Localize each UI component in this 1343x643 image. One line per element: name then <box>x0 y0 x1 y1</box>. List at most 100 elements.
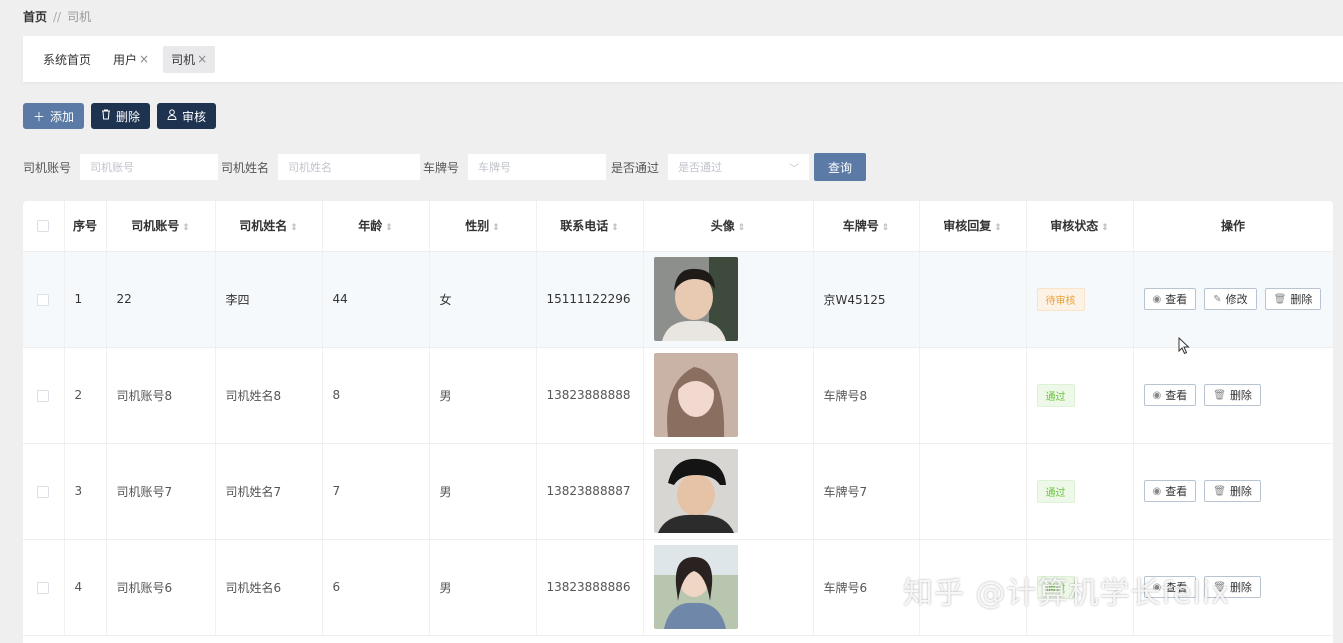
column-header[interactable]: 审核回复 ⇕ <box>919 201 1027 252</box>
column-header-label: 头像 <box>710 219 735 234</box>
avatar[interactable] <box>653 449 738 533</box>
status-badge: 通过 <box>1036 383 1075 407</box>
sort-icon[interactable]: ⇕ <box>290 223 298 233</box>
passed-filter-select[interactable]: 是否通过 ﹀ <box>667 153 811 181</box>
passed-filter-label: 是否通过 <box>611 160 660 175</box>
tab-label: 系统首页 <box>43 52 92 67</box>
tab-users[interactable]: 用户 × <box>105 46 157 73</box>
account-cell: 司机账号6 <box>106 539 216 636</box>
eye-icon: ◉ <box>1152 293 1162 305</box>
column-header[interactable]: 司机账号 ⇕ <box>106 201 216 252</box>
status-cell: 通过 <box>1026 347 1134 444</box>
delete-row-button[interactable]: 🗑 删除 <box>1204 480 1261 502</box>
sort-icon[interactable]: ⇕ <box>1101 223 1109 233</box>
trash-icon <box>101 109 111 123</box>
select-all-cell <box>23 201 65 252</box>
column-header-label: 审核回复 <box>943 219 992 234</box>
view-button[interactable]: ◉ 查看 <box>1143 480 1197 502</box>
avatar-cell <box>643 539 814 636</box>
sort-icon[interactable]: ⇕ <box>882 223 890 233</box>
row-select-cell <box>23 251 65 348</box>
account-filter-input[interactable]: 司机账号 <box>79 153 220 181</box>
sort-icon[interactable]: ⇕ <box>492 223 500 233</box>
account-cell: 司机账号8 <box>106 347 216 444</box>
query-button[interactable]: 查询 <box>814 153 867 181</box>
actions-cell: ◉ 查看 🗑 删除 <box>1133 347 1333 444</box>
reply-cell <box>919 347 1027 444</box>
age-cell: 7 <box>322 443 430 540</box>
column-header[interactable]: 司机姓名 ⇕ <box>215 201 323 252</box>
gender-cell: 女 <box>429 251 537 348</box>
age-cell: 8 <box>322 347 430 444</box>
sort-icon[interactable]: ⇕ <box>385 223 393 233</box>
tab-home[interactable]: 系统首页 <box>35 46 99 73</box>
column-header[interactable]: 车牌号 ⇕ <box>813 201 920 252</box>
column-header: 序号 <box>64 201 107 252</box>
breadcrumb-current: 司机 <box>67 10 92 24</box>
tab-label: 用户 <box>113 52 138 67</box>
edit-button-label: 修改 <box>1225 293 1248 306</box>
select-all-checkbox[interactable] <box>37 220 50 233</box>
column-header[interactable]: 联系电话 ⇕ <box>536 201 644 252</box>
column-header[interactable]: 审核状态 ⇕ <box>1026 201 1134 252</box>
row-select-cell <box>23 443 65 540</box>
table-row[interactable]: 3 司机账号7 司机姓名7 7 男 13823888887 车牌号7 通过 ◉ … <box>23 443 1333 540</box>
avatar[interactable] <box>653 545 738 629</box>
actions-cell: ◉ 查看 🗑 删除 <box>1133 443 1333 540</box>
age-cell: 6 <box>322 539 430 636</box>
name-filter-input[interactable]: 司机姓名 <box>277 153 422 181</box>
name-cell: 司机姓名7 <box>215 443 323 540</box>
plus-icon: ＋ <box>33 109 46 124</box>
name-cell: 司机姓名6 <box>215 539 323 636</box>
view-button[interactable]: ◉ 查看 <box>1143 288 1197 310</box>
sort-icon[interactable]: ⇕ <box>182 223 190 233</box>
delete-row-button-label: 删除 <box>1229 581 1252 594</box>
audit-button[interactable]: 审核 <box>157 103 217 129</box>
row-checkbox[interactable] <box>37 389 50 402</box>
column-header[interactable]: 年龄 ⇕ <box>322 201 430 252</box>
avatar[interactable] <box>653 353 738 437</box>
tab-drivers[interactable]: 司机 × <box>163 45 216 73</box>
account-cell: 22 <box>106 251 216 348</box>
column-header-label: 性别 <box>465 219 490 234</box>
column-header-label: 年龄 <box>358 219 383 234</box>
row-checkbox[interactable] <box>37 293 50 306</box>
column-header-label: 车牌号 <box>842 219 879 234</box>
avatar[interactable] <box>653 257 738 341</box>
sort-icon[interactable]: ⇕ <box>994 223 1002 233</box>
account-cell: 司机账号7 <box>106 443 216 540</box>
close-icon[interactable]: × <box>197 52 207 66</box>
breadcrumb-home[interactable]: 首页 <box>23 8 47 25</box>
gender-cell: 男 <box>429 539 537 636</box>
column-header-label: 序号 <box>72 219 97 234</box>
column-header[interactable]: 性别 ⇕ <box>429 201 537 252</box>
add-button[interactable]: ＋ 添加 <box>23 103 85 129</box>
edit-button[interactable]: ✎ 修改 <box>1204 288 1257 310</box>
row-checkbox[interactable] <box>37 485 50 498</box>
column-header[interactable]: 头像 ⇕ <box>643 201 814 252</box>
delete-row-button[interactable]: 🗑 删除 <box>1204 384 1261 406</box>
status-badge: 待审核 <box>1036 287 1085 311</box>
plate-filter-label: 车牌号 <box>423 160 460 175</box>
phone-cell: 13823888886 <box>536 539 644 636</box>
sort-icon[interactable]: ⇕ <box>738 223 746 233</box>
column-header-label: 联系电话 <box>560 219 609 234</box>
phone-cell: 13823888887 <box>536 443 644 540</box>
mouse-cursor-icon <box>1178 337 1190 355</box>
delete-button[interactable]: 删除 <box>91 103 151 129</box>
breadcrumb: 首页 // 司机 <box>23 8 91 25</box>
plate-filter-input[interactable]: 车牌号 <box>467 153 608 181</box>
sort-icon[interactable]: ⇕ <box>611 223 619 233</box>
column-header-label: 审核状态 <box>1050 219 1099 234</box>
gender-cell: 男 <box>429 347 537 444</box>
view-button[interactable]: ◉ 查看 <box>1143 384 1197 406</box>
edit-icon: ✎ <box>1213 293 1222 305</box>
delete-row-button[interactable]: 🗑 删除 <box>1264 288 1322 310</box>
row-checkbox[interactable] <box>37 581 50 594</box>
table-row[interactable]: 2 司机账号8 司机姓名8 8 男 13823888888 车牌号8 通过 ◉ … <box>23 347 1333 444</box>
status-badge: 通过 <box>1036 479 1075 503</box>
add-button-label: 添加 <box>50 109 75 124</box>
table-row[interactable]: 1 22 李四 44 女 15111122296 京W45125 待审核 ◉ 查… <box>23 251 1333 348</box>
breadcrumb-separator: // <box>53 9 62 24</box>
close-icon[interactable]: × <box>139 52 149 66</box>
